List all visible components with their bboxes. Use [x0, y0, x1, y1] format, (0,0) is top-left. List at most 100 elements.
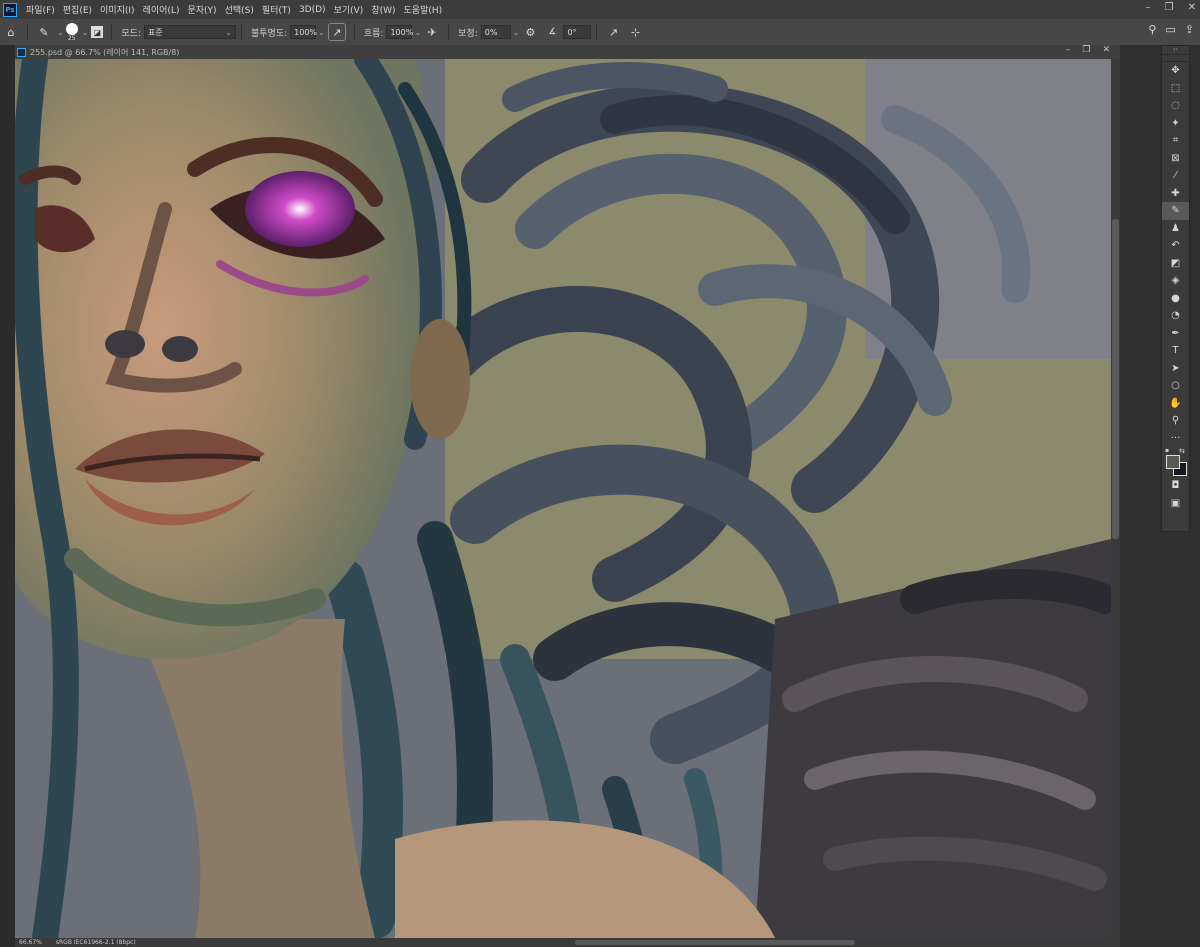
hand-tool-icon[interactable]: ✋: [1162, 395, 1189, 413]
eyedropper-tool-icon[interactable]: ⁄: [1162, 167, 1189, 185]
foreground-color-swatch[interactable]: [1166, 455, 1180, 469]
menu-help[interactable]: 도움말(H): [400, 3, 447, 16]
blur-tool-icon[interactable]: ●: [1162, 290, 1189, 308]
default-colors-icon[interactable]: ▪: [1165, 447, 1169, 454]
mode-label: 모드:: [121, 28, 141, 39]
airbrush-icon[interactable]: ✈: [424, 24, 440, 40]
menu-view[interactable]: 보기(V): [330, 3, 368, 16]
angle-icon: ∡: [548, 27, 557, 37]
divider: [27, 24, 28, 40]
chevron-down-icon: ⌄: [225, 27, 232, 37]
divider: [448, 24, 450, 40]
chevron-down-icon[interactable]: ⌄: [318, 28, 325, 37]
menu-file[interactable]: 파일(F): [22, 3, 59, 16]
flow-label: 흐름:: [363, 28, 384, 39]
type-tool-icon[interactable]: T: [1162, 342, 1189, 360]
vertical-scrollbar[interactable]: [1111, 59, 1120, 938]
color-swatches: ▪ ⇆: [1162, 447, 1189, 477]
divider: [241, 24, 242, 40]
photoshop-logo-icon[interactable]: Ps: [3, 2, 17, 17]
menu-edit[interactable]: 편집(E): [59, 3, 96, 16]
tools-panel: ‹‹ ✥ ⬚ ◌ ✦ ⌗ ⊠ ⁄ ✚ ✎ ♟ ↶ ◩ ◈ ● ◔ ✒ T ➤ ○ ✋ ⚲ ··· ▪ ⇆ ◘ ▣: [1161, 45, 1190, 532]
window-controls: – ❐ ✕: [1146, 2, 1196, 13]
brush-size-picker[interactable]: 25: [65, 22, 78, 42]
document-canvas[interactable]: [15, 59, 1111, 938]
clone-stamp-tool-icon[interactable]: ♟: [1162, 220, 1189, 238]
menu-select[interactable]: 선택(S): [221, 3, 258, 16]
chevron-down-icon[interactable]: ⌄: [82, 28, 89, 37]
tool-list: ✥ ⬚ ◌ ✦ ⌗ ⊠ ⁄ ✚ ✎ ♟ ↶ ◩ ◈ ● ◔ ✒ T ➤ ○ ✋ ⚲ ···: [1162, 62, 1189, 447]
maximize-icon[interactable]: ❐: [1165, 2, 1174, 13]
opacity-input[interactable]: 100%: [290, 25, 317, 39]
move-tool-icon[interactable]: ✥: [1162, 62, 1189, 80]
divider: [353, 24, 355, 40]
more-tools-icon[interactable]: ···: [1162, 430, 1189, 448]
opacity-label: 불투명도:: [251, 28, 288, 39]
chevron-down-icon[interactable]: ⌄: [414, 28, 421, 37]
pressure-size-icon[interactable]: ↗: [605, 24, 621, 40]
zoom-tool-icon[interactable]: ⚲: [1162, 412, 1189, 430]
horizontal-scroll-thumb[interactable]: [575, 940, 855, 945]
menu-layer[interactable]: 레이어(L): [139, 3, 184, 16]
swap-colors-icon[interactable]: ⇆: [1179, 447, 1185, 455]
frame-tool-icon[interactable]: ⊠: [1162, 150, 1189, 168]
close-icon[interactable]: ✕: [1102, 45, 1110, 55]
zoom-level[interactable]: 66.67%: [19, 939, 42, 946]
symmetry-icon[interactable]: ⊹: [627, 24, 643, 40]
healing-brush-tool-icon[interactable]: ✚: [1162, 185, 1189, 203]
close-icon[interactable]: ✕: [1188, 2, 1196, 13]
paint-bucket-tool-icon[interactable]: ◈: [1162, 272, 1189, 290]
divider: [596, 24, 598, 40]
angle-input[interactable]: 0°: [563, 25, 592, 39]
brush-preset-icon[interactable]: ✎: [36, 24, 52, 40]
home-icon[interactable]: ⌂: [3, 24, 19, 40]
menu-3d[interactable]: 3D(D): [295, 5, 330, 15]
crop-tool-icon[interactable]: ⌗: [1162, 132, 1189, 150]
smoothing-input[interactable]: 0%: [480, 25, 511, 39]
magic-wand-tool-icon[interactable]: ✦: [1162, 115, 1189, 133]
path-selection-tool-icon[interactable]: ➤: [1162, 360, 1189, 378]
chevron-down-icon[interactable]: ⌄: [57, 28, 64, 37]
menu-filter[interactable]: 필터(T): [258, 3, 295, 16]
minimize-icon[interactable]: –: [1066, 45, 1071, 55]
quick-mask-icon[interactable]: ◘: [1162, 477, 1189, 495]
options-bar: ⌂ ✎ ⌄ 25 ⌄ ◪ 모드: 표준 ⌄ 불투명도: 100% ⌄ ↗ 흐름:…: [0, 19, 1200, 46]
brush-settings-icon[interactable]: ◪: [91, 26, 104, 38]
painting-artwork: [15, 59, 1111, 938]
mode-select[interactable]: 표준 ⌄: [144, 25, 236, 39]
menu-window[interactable]: 창(W): [367, 3, 399, 16]
smoothing-label: 보정:: [458, 28, 478, 39]
divider: [111, 24, 113, 40]
collapse-panel-icon[interactable]: ‹‹: [1162, 46, 1189, 55]
smoothing-settings-gear-icon[interactable]: ⚙: [522, 24, 538, 40]
document-window-controls: – ❐ ✕: [1066, 45, 1110, 55]
pen-tool-icon[interactable]: ✒: [1162, 325, 1189, 343]
menu-type[interactable]: 문자(Y): [183, 3, 220, 16]
document-icon: [17, 47, 26, 57]
flow-input[interactable]: 100%: [386, 25, 413, 39]
marquee-tool-icon[interactable]: ⬚: [1162, 80, 1189, 98]
minimize-icon[interactable]: –: [1146, 2, 1151, 13]
chevron-down-icon[interactable]: ⌄: [513, 28, 520, 37]
eraser-tool-icon[interactable]: ◩: [1162, 255, 1189, 273]
document-title: 255.psd @ 66.7% (레이어 141, RGB/8): [30, 47, 180, 57]
ellipse-tool-icon[interactable]: ○: [1162, 377, 1189, 395]
color-profile: sRGB IEC61966-2.1 (8bpc): [55, 939, 136, 946]
search-icon[interactable]: ⚲: [1148, 23, 1156, 36]
document-tab[interactable]: 255.psd @ 66.7% (레이어 141, RGB/8) – ❐ ✕: [15, 45, 1120, 59]
history-brush-tool-icon[interactable]: ↶: [1162, 237, 1189, 255]
brush-size-value: 25: [67, 34, 76, 42]
brush-tool-icon[interactable]: ✎: [1162, 202, 1189, 220]
share-icon[interactable]: ⇪: [1185, 23, 1194, 36]
status-bar: 66.67% sRGB IEC61966-2.1 (8bpc): [15, 938, 1120, 947]
brush-tip-icon: [65, 22, 78, 35]
pressure-opacity-icon[interactable]: ↗: [327, 23, 346, 41]
restore-icon[interactable]: ❐: [1082, 45, 1090, 55]
panel-grip[interactable]: [1162, 55, 1189, 62]
lasso-tool-icon[interactable]: ◌: [1162, 97, 1189, 115]
dodge-tool-icon[interactable]: ◔: [1162, 307, 1189, 325]
menu-image[interactable]: 이미지(I): [96, 3, 139, 16]
screen-mode-icon[interactable]: ▣: [1162, 495, 1189, 513]
workspace-icon[interactable]: ▭: [1165, 23, 1175, 36]
vertical-scroll-thumb[interactable]: [1112, 219, 1119, 539]
